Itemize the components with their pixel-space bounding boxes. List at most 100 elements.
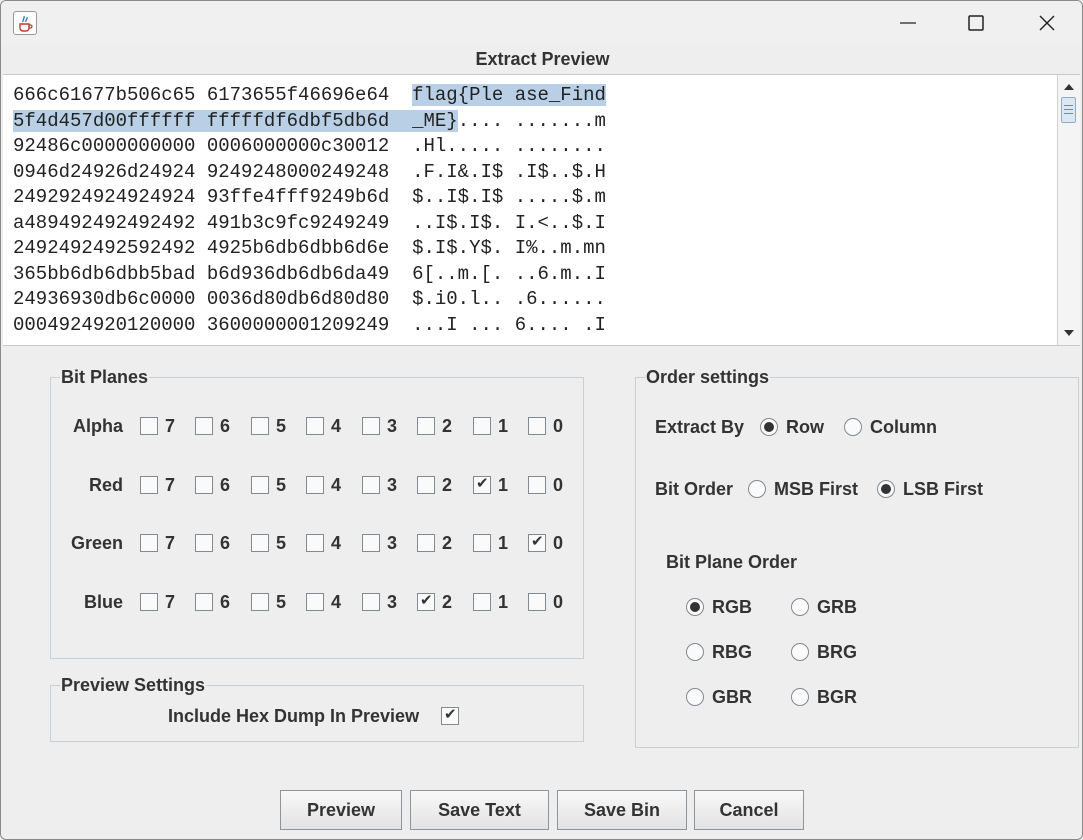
order-bgr-label[interactable]: BGR [817, 687, 857, 708]
alpha-bit-3-checkbox[interactable] [362, 417, 380, 435]
red-bit-3-label[interactable]: 3 [387, 475, 397, 496]
alpha-bit-7-label[interactable]: 7 [165, 416, 175, 437]
alpha-bit-1-checkbox[interactable] [473, 417, 491, 435]
save-text-button[interactable]: Save Text [410, 790, 549, 830]
alpha-bit-5-label[interactable]: 5 [276, 416, 286, 437]
blue-bit-0-checkbox[interactable] [528, 593, 546, 611]
red-bit-5-label[interactable]: 5 [276, 475, 286, 496]
close-button[interactable] [1024, 7, 1070, 39]
red-bit-2-label[interactable]: 2 [442, 475, 452, 496]
minimize-button[interactable] [885, 7, 931, 39]
save-bin-button[interactable]: Save Bin [557, 790, 687, 830]
blue-bit-1-checkbox[interactable] [473, 593, 491, 611]
lsb-first-label[interactable]: LSB First [903, 479, 983, 500]
extract-by-column-radio[interactable] [844, 418, 862, 436]
red-bit-6-checkbox[interactable] [195, 476, 213, 494]
red-bit-6-label[interactable]: 6 [220, 475, 230, 496]
red-bit-4-label[interactable]: 4 [331, 475, 341, 496]
green-bit-5-checkbox[interactable] [251, 534, 269, 552]
green-bit-1-checkbox[interactable] [473, 534, 491, 552]
alpha-bit-0-label[interactable]: 0 [553, 416, 563, 437]
blue-bit-3-label[interactable]: 3 [387, 592, 397, 613]
order-brg-label[interactable]: BRG [817, 642, 857, 663]
blue-bit-7-label[interactable]: 7 [165, 592, 175, 613]
alpha-bit-2-checkbox[interactable] [417, 417, 435, 435]
msb-first-radio[interactable] [748, 480, 766, 498]
red-bit-2-checkbox[interactable] [417, 476, 435, 494]
green-bit-3-label[interactable]: 3 [387, 533, 397, 554]
maximize-button[interactable] [953, 7, 999, 39]
red-bit-0-checkbox[interactable] [528, 476, 546, 494]
order-gbr-radio[interactable] [686, 688, 704, 706]
extract-by-column-label[interactable]: Column [870, 417, 937, 438]
red-bit-1-label[interactable]: 1 [498, 475, 508, 496]
preview-line: a489492492492492 491b3c9fc9249249 ..I$.I… [13, 211, 606, 234]
preview-text-area[interactable]: 666c61677b506c65 6173655f46696e64 flag{P… [3, 74, 1080, 346]
order-grb-radio[interactable] [791, 598, 809, 616]
green-bit-2-label[interactable]: 2 [442, 533, 452, 554]
blue-bit-4-checkbox[interactable] [306, 593, 324, 611]
red-bit-5-checkbox[interactable] [251, 476, 269, 494]
red-bit-7-checkbox[interactable] [140, 476, 158, 494]
green-bit-6-label[interactable]: 6 [220, 533, 230, 554]
red-bit-4-checkbox[interactable] [306, 476, 324, 494]
order-rbg-label[interactable]: RBG [712, 642, 752, 663]
green-bit-0-checkbox[interactable] [528, 532, 546, 552]
msb-first-label[interactable]: MSB First [774, 479, 858, 500]
order-grb-label[interactable]: GRB [817, 597, 857, 618]
green-bit-4-label[interactable]: 4 [331, 533, 341, 554]
cancel-button[interactable]: Cancel [694, 790, 804, 830]
green-bit-4-checkbox[interactable] [306, 534, 324, 552]
scroll-up-arrow-icon[interactable] [1061, 79, 1077, 95]
alpha-bit-0-checkbox[interactable] [528, 417, 546, 435]
order-gbr-label[interactable]: GBR [712, 687, 752, 708]
red-bit-7-label[interactable]: 7 [165, 475, 175, 496]
alpha-bit-7-checkbox[interactable] [140, 417, 158, 435]
order-rgb-radio[interactable] [686, 598, 704, 616]
green-bit-3-checkbox[interactable] [362, 534, 380, 552]
alpha-bit-6-label[interactable]: 6 [220, 416, 230, 437]
lsb-first-radio[interactable] [877, 480, 895, 498]
blue-bit-3-checkbox[interactable] [362, 593, 380, 611]
alpha-bit-4-checkbox[interactable] [306, 417, 324, 435]
channel-label-blue: Blue [83, 592, 123, 612]
blue-bit-7-checkbox[interactable] [140, 593, 158, 611]
extract-by-row-label[interactable]: Row [786, 417, 824, 438]
green-bit-5-label[interactable]: 5 [276, 533, 286, 554]
blue-bit-0-label[interactable]: 0 [553, 592, 563, 613]
alpha-bit-6-checkbox[interactable] [195, 417, 213, 435]
blue-bit-5-checkbox[interactable] [251, 593, 269, 611]
preview-content[interactable]: 666c61677b506c65 6173655f46696e64 flag{P… [13, 83, 1053, 338]
alpha-bit-5-checkbox[interactable] [251, 417, 269, 435]
order-brg-radio[interactable] [791, 643, 809, 661]
preview-button[interactable]: Preview [280, 790, 402, 830]
alpha-bit-4-label[interactable]: 4 [331, 416, 341, 437]
green-bit-2-checkbox[interactable] [417, 534, 435, 552]
alpha-bit-2-label[interactable]: 2 [442, 416, 452, 437]
order-bgr-radio[interactable] [791, 688, 809, 706]
include-hex-dump-checkbox[interactable] [441, 705, 459, 725]
blue-bit-6-label[interactable]: 6 [220, 592, 230, 613]
green-bit-0-label[interactable]: 0 [553, 533, 563, 554]
scroll-down-arrow-icon[interactable] [1061, 325, 1077, 341]
blue-bit-4-label[interactable]: 4 [331, 592, 341, 613]
green-bit-7-checkbox[interactable] [140, 534, 158, 552]
red-bit-0-label[interactable]: 0 [553, 475, 563, 496]
scrollbar-thumb[interactable] [1061, 97, 1076, 123]
blue-bit-1-label[interactable]: 1 [498, 592, 508, 613]
extract-by-row-radio[interactable] [760, 418, 778, 436]
order-rbg-radio[interactable] [686, 643, 704, 661]
blue-bit-6-checkbox[interactable] [195, 593, 213, 611]
alpha-bit-1-label[interactable]: 1 [498, 416, 508, 437]
blue-bit-2-label[interactable]: 2 [442, 592, 452, 613]
order-rgb-label[interactable]: RGB [712, 597, 752, 618]
red-bit-1-checkbox[interactable] [473, 474, 491, 494]
blue-bit-5-label[interactable]: 5 [276, 592, 286, 613]
red-bit-3-checkbox[interactable] [362, 476, 380, 494]
blue-bit-2-checkbox[interactable] [417, 591, 435, 611]
green-bit-1-label[interactable]: 1 [498, 533, 508, 554]
vertical-scrollbar[interactable] [1057, 75, 1080, 345]
alpha-bit-3-label[interactable]: 3 [387, 416, 397, 437]
green-bit-7-label[interactable]: 7 [165, 533, 175, 554]
green-bit-6-checkbox[interactable] [195, 534, 213, 552]
